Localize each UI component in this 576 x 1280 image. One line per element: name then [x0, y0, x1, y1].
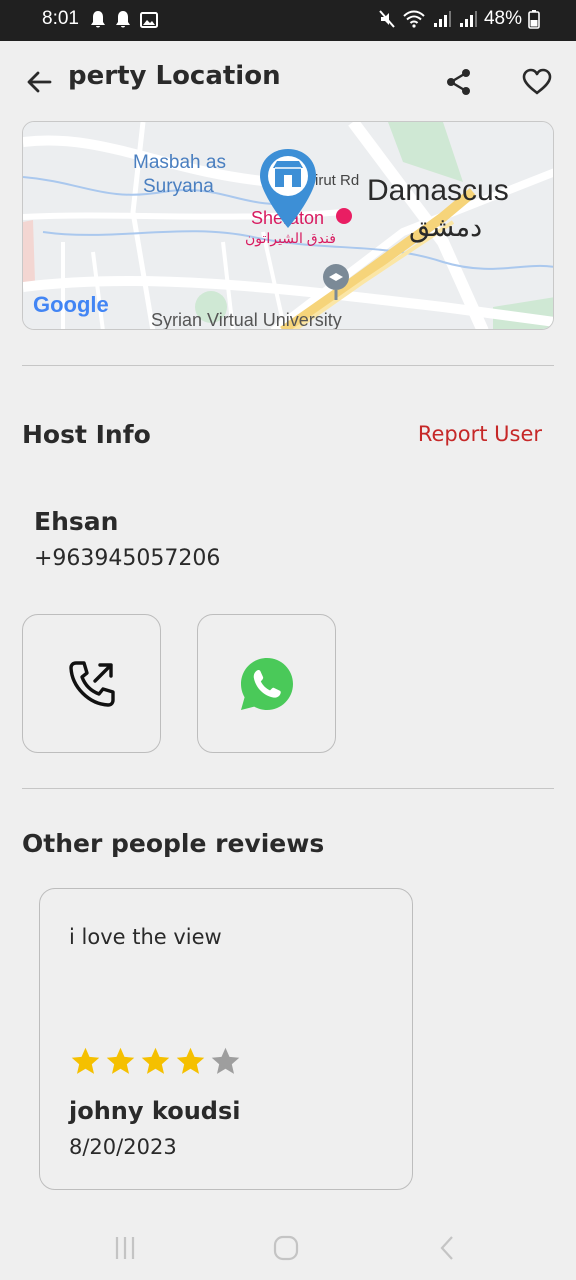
map-label-road: irut Rd — [315, 172, 360, 189]
report-user-link[interactable]: Report User — [418, 422, 542, 446]
google-logo: Google — [33, 292, 109, 317]
signal-icon — [433, 11, 451, 27]
favorite-button[interactable] — [518, 63, 556, 101]
review-text: i love the view — [69, 925, 222, 949]
star-empty-icon — [211, 1047, 240, 1074]
star-filled-icon — [71, 1047, 100, 1074]
battery-percent: 48% — [483, 8, 522, 29]
whatsapp-button[interactable] — [197, 614, 336, 753]
rating-stars — [69, 1045, 242, 1078]
bell-icon — [91, 11, 105, 28]
map-label-city-ar: دمشق — [409, 212, 483, 242]
review-date: 8/20/2023 — [69, 1135, 177, 1159]
page-title: perty Location — [68, 61, 281, 91]
map-label-hotel-ar: فندق الشيراتون — [245, 230, 336, 246]
system-nav-bar — [0, 1218, 576, 1280]
reviewer-name: johny koudsi — [69, 1097, 241, 1125]
divider — [22, 365, 554, 366]
map-label-masbah-2: Suryana — [143, 176, 214, 197]
home-button[interactable] — [272, 1234, 300, 1262]
star-filled-icon — [141, 1047, 170, 1074]
map-label-city: Damascus — [367, 174, 509, 207]
star-filled-icon — [106, 1047, 135, 1074]
status-time: 8:01 — [42, 8, 79, 29]
reviews-title: Other people reviews — [22, 829, 325, 858]
arrow-back-icon — [27, 71, 52, 93]
share-icon — [447, 69, 470, 95]
share-button[interactable] — [440, 63, 478, 101]
host-info-title: Host Info — [22, 420, 151, 449]
image-icon — [140, 12, 158, 28]
host-phone: +963945057206 — [34, 546, 221, 571]
mute-icon — [379, 10, 395, 28]
star-filled-icon — [176, 1047, 205, 1074]
divider — [22, 788, 554, 789]
map-label-university: Syrian Virtual University — [151, 310, 342, 330]
back-button[interactable] — [22, 65, 56, 99]
status-bar: 8:01 48% — [0, 0, 576, 41]
map-label-masbah-1: Masbah as — [133, 152, 226, 173]
heart-outline-icon — [522, 68, 552, 95]
wifi-icon — [403, 10, 425, 28]
location-map[interactable]: Masbah as Suryana irut Rd Damascus دمشق … — [22, 121, 554, 330]
call-button[interactable] — [22, 614, 161, 753]
app-bar: perty Location — [0, 41, 576, 119]
nav-back-button[interactable] — [437, 1234, 457, 1262]
signal-icon — [459, 11, 477, 27]
phone-outgoing-icon — [68, 660, 115, 707]
whatsapp-icon — [240, 657, 293, 710]
bell-icon — [116, 11, 130, 28]
host-name: Ehsan — [34, 507, 119, 536]
recent-apps-button[interactable] — [113, 1234, 137, 1262]
map-pin-icon — [260, 149, 316, 228]
battery-icon — [528, 10, 540, 29]
review-card: i love the view johny koudsi 8/20/2023 — [39, 888, 413, 1190]
